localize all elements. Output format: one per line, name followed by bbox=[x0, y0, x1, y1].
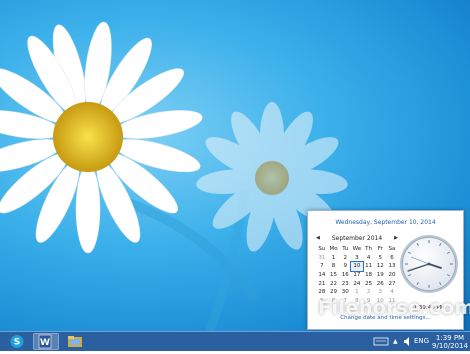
skype-icon: S bbox=[10, 335, 24, 348]
long-date-link[interactable]: Wednesday, September 10, 2014 bbox=[308, 219, 463, 226]
tray-date: 9/10/2014 bbox=[432, 342, 468, 350]
calendar-day[interactable]: 16 bbox=[339, 271, 351, 280]
tray-language[interactable]: ENG bbox=[414, 332, 430, 351]
taskbar-app-skype[interactable]: S bbox=[4, 333, 30, 350]
calendar-day[interactable]: 12 bbox=[374, 262, 386, 271]
calendar-day[interactable]: 19 bbox=[374, 271, 386, 280]
calendar-day[interactable]: 2 bbox=[339, 254, 351, 263]
calendar-day[interactable]: 24 bbox=[351, 280, 363, 289]
calendar-day[interactable]: 14 bbox=[316, 271, 328, 280]
calendar-day[interactable]: 31 bbox=[316, 254, 328, 263]
calendar-day[interactable]: 30 bbox=[339, 288, 351, 297]
word-icon: W bbox=[38, 334, 52, 349]
weekday-label: Fr bbox=[377, 246, 383, 252]
calendar-day[interactable]: 18 bbox=[363, 271, 375, 280]
weekday-label: Mo bbox=[329, 246, 338, 252]
weekday-label: Sa bbox=[388, 246, 396, 252]
calendar-day-today[interactable]: 10 bbox=[350, 261, 364, 273]
watermark-logo: Filehorse.com bbox=[318, 297, 470, 319]
tray-time: 1:39 PM bbox=[435, 334, 465, 342]
calendar-day[interactable]: 6 bbox=[386, 254, 398, 263]
weekday-label: Th bbox=[365, 246, 373, 252]
calendar-day[interactable]: 23 bbox=[339, 280, 351, 289]
calendar-day[interactable]: 13 bbox=[386, 262, 398, 271]
calendar-day[interactable]: 4 bbox=[386, 288, 398, 297]
weekday-label: We bbox=[352, 246, 362, 252]
calendar-day[interactable]: 28 bbox=[316, 288, 328, 297]
taskbar-app-explorer[interactable] bbox=[62, 333, 88, 350]
calendar-navigation: ◀ September 2014 ▶ bbox=[316, 235, 398, 245]
calendar-day[interactable]: 29 bbox=[328, 288, 340, 297]
month-calendar: ◀ September 2014 ▶ Su Mo Tu We Th Fr Sa … bbox=[316, 235, 398, 306]
calendar-day[interactable]: 20 bbox=[386, 271, 398, 280]
calendar-day[interactable]: 21 bbox=[316, 280, 328, 289]
calendar-day[interactable]: 8 bbox=[328, 262, 340, 271]
weekday-label: Tu bbox=[342, 246, 349, 252]
calendar-day[interactable]: 25 bbox=[363, 280, 375, 289]
calendar-day[interactable]: 3 bbox=[351, 254, 363, 263]
month-label[interactable]: September 2014 bbox=[316, 235, 398, 242]
analog-clock bbox=[400, 235, 458, 293]
calendar-day[interactable]: 5 bbox=[374, 254, 386, 263]
chevron-up-icon[interactable]: ▲ bbox=[393, 332, 401, 351]
weekday-label: Su bbox=[318, 246, 326, 252]
tray-clock[interactable]: 1:39 PM 9/10/2014 bbox=[432, 332, 468, 351]
folder-icon bbox=[68, 336, 82, 347]
volume-icon[interactable] bbox=[402, 332, 412, 351]
taskbar: S W ▲ ENG 1:39 PM 9/10/2014 bbox=[0, 331, 470, 351]
calendar-day[interactable]: 2 bbox=[363, 288, 375, 297]
calendar-day[interactable]: 26 bbox=[374, 280, 386, 289]
calendar-day[interactable]: 15 bbox=[328, 271, 340, 280]
desktop: Wednesday, September 10, 2014 ◀ Septembe… bbox=[0, 0, 470, 331]
svg-text:S: S bbox=[14, 338, 20, 348]
taskbar-app-word[interactable]: W bbox=[33, 333, 59, 350]
calendar-day[interactable]: 3 bbox=[374, 288, 386, 297]
calendar-day[interactable]: 1 bbox=[328, 254, 340, 263]
calendar-day[interactable]: 1 bbox=[351, 288, 363, 297]
calendar-day[interactable]: 4 bbox=[363, 254, 375, 263]
svg-text:W: W bbox=[40, 338, 50, 348]
calendar-day[interactable]: 17 bbox=[351, 271, 363, 280]
keyboard-icon bbox=[373, 337, 389, 346]
calendar-day[interactable]: 27 bbox=[386, 280, 398, 289]
calendar-day[interactable]: 22 bbox=[328, 280, 340, 289]
tray-keyboard[interactable] bbox=[370, 332, 392, 351]
calendar-day[interactable]: 7 bbox=[316, 262, 328, 271]
calendar-day[interactable]: 11 bbox=[363, 262, 375, 271]
calendar-day[interactable]: 9 bbox=[339, 262, 351, 271]
